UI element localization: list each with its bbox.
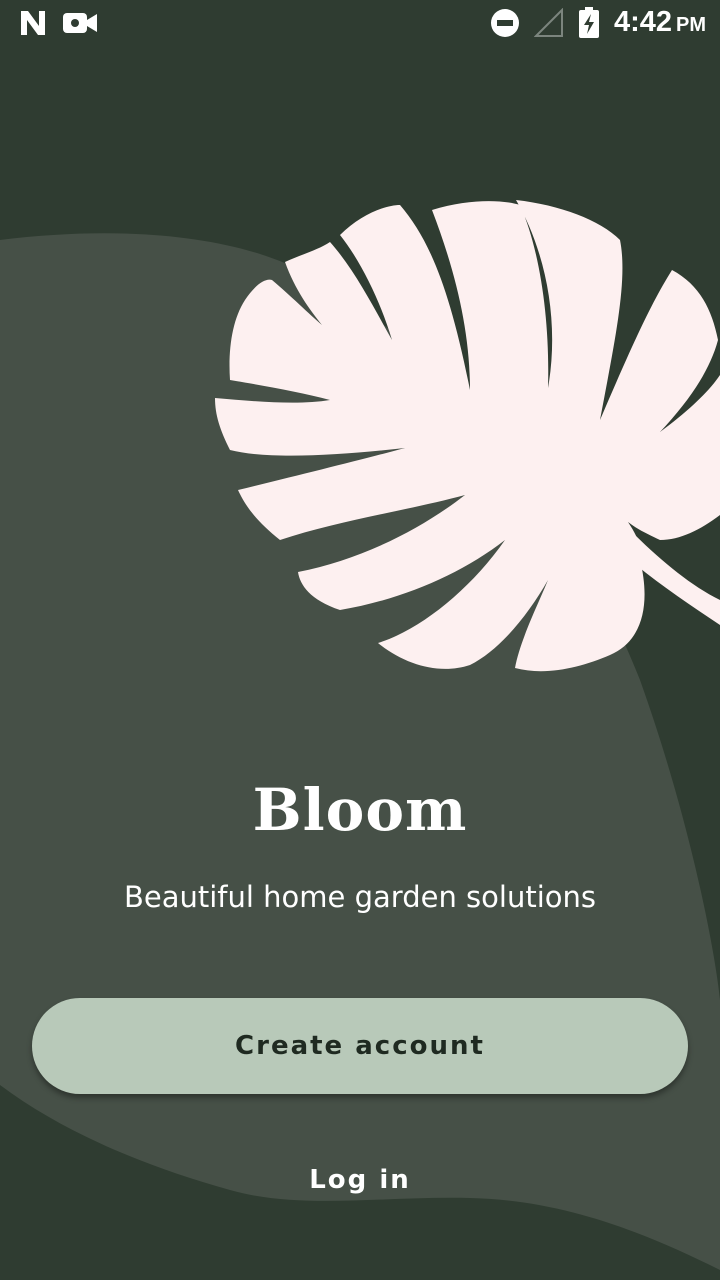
status-bar-right: 4:42 PM [490, 6, 706, 39]
video-camera-icon [63, 13, 97, 33]
create-account-button[interactable]: Create account [32, 998, 688, 1094]
status-bar-left [18, 8, 98, 38]
app-title: Bloom [252, 776, 468, 844]
status-bar: 4:42 PM [0, 0, 720, 48]
time-value: 4:42 [613, 6, 672, 38]
app-subtitle: Beautiful home garden solutions [123, 880, 596, 914]
log-in-button[interactable]: Log in [260, 1150, 460, 1210]
signal-icon [533, 7, 563, 37]
leaf-stem [630, 530, 720, 625]
do-not-disturb-icon [490, 8, 519, 37]
status-time: 4:42 PM [614, 6, 706, 39]
battery-charging-icon [578, 6, 599, 38]
n-notification-icon [21, 11, 45, 35]
time-suffix: PM [676, 14, 706, 36]
